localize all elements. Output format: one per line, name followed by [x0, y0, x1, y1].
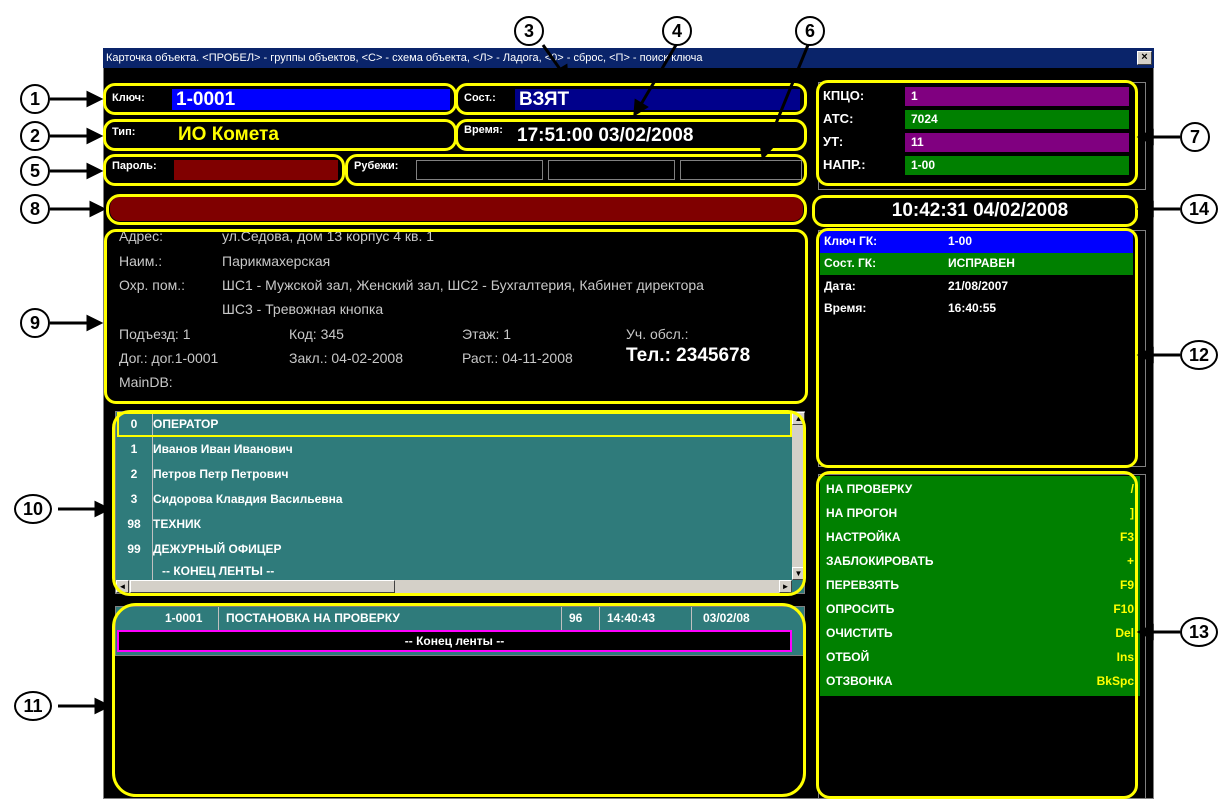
callout-10: 10 [14, 494, 52, 524]
callout-12: 12 [1180, 340, 1218, 370]
callout-5: 5 [20, 156, 50, 186]
callout-arrows [50, 44, 1180, 715]
callout-2: 2 [20, 121, 50, 151]
callout-4: 4 [662, 16, 692, 46]
callout-7: 7 [1180, 122, 1210, 152]
callout-6: 6 [795, 16, 825, 46]
callout-13: 13 [1180, 617, 1218, 647]
callout-14: 14 [1180, 194, 1218, 224]
callout-1: 1 [20, 84, 50, 114]
callout-8: 8 [20, 194, 50, 224]
callout-11: 11 [14, 691, 52, 721]
callout-3: 3 [514, 16, 544, 46]
callout-9: 9 [20, 308, 50, 338]
